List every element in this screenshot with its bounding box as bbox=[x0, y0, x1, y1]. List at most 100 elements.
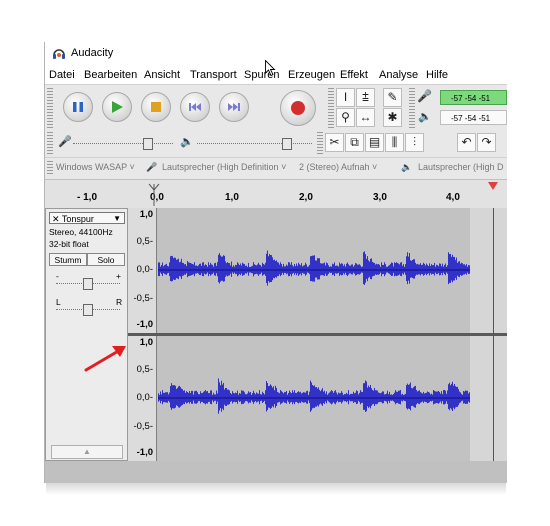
redo-icon: ↷ bbox=[481, 135, 492, 149]
multi-icon: ✱ bbox=[387, 110, 398, 124]
silence-icon: ⫶ bbox=[412, 135, 416, 149]
menu-bar: Datei Bearbeiten Ansicht Transport Spure… bbox=[45, 66, 507, 84]
stop-button[interactable] bbox=[141, 92, 171, 122]
track-bitdepth: 32-bit float bbox=[49, 239, 89, 249]
scale-label: -0,5- bbox=[133, 421, 153, 432]
scale-label: 1,0 bbox=[139, 209, 153, 220]
scale-label: 0,5- bbox=[136, 364, 153, 375]
skip-to-end-button[interactable] bbox=[219, 92, 249, 122]
playback-device-icon: 🔈 bbox=[401, 162, 413, 172]
play-icon bbox=[112, 101, 123, 113]
gain-slider[interactable] bbox=[56, 277, 120, 290]
menu-transport[interactable]: Transport bbox=[190, 69, 237, 81]
envelope-tool[interactable]: ⩲ bbox=[356, 88, 375, 107]
tools-grip[interactable] bbox=[328, 88, 334, 128]
track-name-menu[interactable]: ✕ Tonspur ▼ bbox=[49, 212, 125, 224]
ruler-tick: 4,0 bbox=[446, 192, 460, 203]
selection-tool[interactable]: I bbox=[336, 88, 355, 107]
mouse-cursor-icon bbox=[265, 60, 276, 77]
recording-device-select[interactable]: Lautsprecher (High Definition ˅ bbox=[162, 162, 286, 172]
envelope-icon: ⩲ bbox=[361, 90, 369, 104]
mixer-grip[interactable] bbox=[47, 132, 53, 154]
microphone-icon: 🎤 bbox=[417, 89, 432, 103]
device-toolbar: Windows WASAP ˅ 🎤 Lautsprecher (High Def… bbox=[45, 157, 507, 179]
scale-label: 0,0- bbox=[136, 264, 153, 275]
device-grip[interactable] bbox=[47, 161, 53, 176]
channel2-amplitude-scale[interactable]: 1,0 0,5- 0,0- -0,5- -1,0 bbox=[128, 336, 157, 461]
close-track-icon[interactable]: ✕ bbox=[52, 214, 60, 224]
ibeam-icon: I bbox=[343, 90, 348, 104]
scale-label: -1,0 bbox=[136, 319, 153, 330]
channel2-waveform[interactable] bbox=[158, 336, 470, 461]
menu-datei[interactable]: Datei bbox=[49, 69, 75, 81]
menu-analyse[interactable]: Analyse bbox=[379, 69, 418, 81]
track-empty-area[interactable] bbox=[470, 336, 507, 461]
menu-bearbeiten[interactable]: Bearbeiten bbox=[84, 69, 137, 81]
chevron-down-icon: ▼ bbox=[113, 214, 121, 223]
track-empty-area[interactable] bbox=[470, 208, 507, 333]
playhead-triangle-icon[interactable] bbox=[488, 182, 498, 190]
cut-button[interactable]: ✂ bbox=[325, 133, 344, 152]
menu-hilfe[interactable]: Hilfe bbox=[426, 69, 448, 81]
undo-icon: ↶ bbox=[461, 135, 472, 149]
silence-button[interactable]: ⫶ bbox=[405, 133, 424, 152]
zoom-tool[interactable]: ⚲ bbox=[336, 108, 355, 127]
timeline-ruler[interactable]: - 1,0 0,0 1,0 2,0 3,0 4,0 bbox=[45, 179, 507, 209]
draw-icon: ✎ bbox=[387, 90, 398, 104]
triangle-up-icon: ▲ bbox=[83, 447, 91, 456]
waveform-left-channel bbox=[158, 250, 470, 286]
pause-button[interactable] bbox=[63, 92, 93, 122]
menu-ansicht[interactable]: Ansicht bbox=[144, 69, 180, 81]
title-bar: Audacity bbox=[45, 42, 507, 66]
empty-track-space[interactable] bbox=[45, 461, 507, 483]
trim-icon: ⫼ bbox=[391, 135, 398, 149]
play-button[interactable] bbox=[102, 92, 132, 122]
scale-label: -1,0 bbox=[136, 447, 153, 458]
channel1-waveform[interactable] bbox=[158, 208, 470, 333]
input-volume-slider[interactable] bbox=[73, 137, 173, 150]
record-meter[interactable]: -57 -54 -51 bbox=[440, 90, 507, 105]
channel1-amplitude-scale[interactable]: 1,0 0,5- 0,0- -0,5- -1,0 bbox=[128, 208, 157, 333]
timeshift-icon: ↔ bbox=[359, 110, 372, 124]
toolbar-grip[interactable] bbox=[47, 88, 53, 128]
pan-slider[interactable] bbox=[56, 303, 120, 316]
toolbar-area: I ⩲ ✎ ⚲ ↔ ✱ 🎤 -57 -54 -51 🔈 -57 -54 -51 … bbox=[45, 84, 507, 157]
timeshift-tool[interactable]: ↔ bbox=[356, 108, 375, 127]
channels-select[interactable]: 2 (Stereo) Aufnah ˅ bbox=[299, 162, 377, 172]
audio-host-select[interactable]: Windows WASAP ˅ bbox=[56, 162, 135, 172]
redo-button[interactable]: ↷ bbox=[477, 133, 496, 152]
headphones-icon bbox=[53, 49, 65, 59]
play-position-marker-icon bbox=[148, 183, 160, 206]
draw-tool[interactable]: ✎ bbox=[383, 88, 402, 107]
solo-button[interactable]: Solo bbox=[87, 253, 125, 266]
output-volume-slider[interactable] bbox=[197, 137, 312, 150]
scale-label: 1,0 bbox=[139, 337, 153, 348]
copy-icon: ⧉ bbox=[350, 135, 359, 149]
playhead-line bbox=[493, 208, 494, 461]
scale-label: 0,0- bbox=[136, 392, 153, 403]
scissors-icon: ✂ bbox=[329, 135, 340, 149]
record-button[interactable] bbox=[280, 90, 316, 126]
paste-button[interactable]: ▤ bbox=[365, 133, 384, 152]
playback-meter[interactable]: -57 -54 -51 bbox=[440, 110, 507, 125]
playback-device-select[interactable]: Lautsprecher (High D bbox=[418, 162, 504, 172]
annotation-arrow-icon bbox=[84, 346, 126, 372]
menu-erzeugen[interactable]: Erzeugen bbox=[288, 69, 335, 81]
track-control-panel[interactable]: ✕ Tonspur ▼ Stereo, 44100Hz 32-bit float… bbox=[45, 208, 128, 461]
skip-end-icon bbox=[228, 103, 240, 111]
window-shadow bbox=[46, 483, 506, 495]
trim-button[interactable]: ⫼ bbox=[385, 133, 404, 152]
multi-tool[interactable]: ✱ bbox=[383, 108, 402, 127]
audacity-window: Audacity Datei Bearbeiten Ansicht Transp… bbox=[44, 42, 507, 483]
undo-button[interactable]: ↶ bbox=[457, 133, 476, 152]
meters-grip[interactable] bbox=[409, 88, 415, 128]
collapse-track-button[interactable]: ▲ bbox=[51, 445, 123, 459]
zoom-icon: ⚲ bbox=[341, 110, 350, 124]
mute-button[interactable]: Stumm bbox=[49, 253, 87, 266]
skip-to-start-button[interactable] bbox=[180, 92, 210, 122]
menu-effekt[interactable]: Effekt bbox=[340, 69, 368, 81]
ruler-tick: 1,0 bbox=[225, 192, 239, 203]
input-volume-icon: 🎤 bbox=[58, 136, 72, 148]
copy-button[interactable]: ⧉ bbox=[345, 133, 364, 152]
edit-grip[interactable] bbox=[317, 132, 323, 154]
